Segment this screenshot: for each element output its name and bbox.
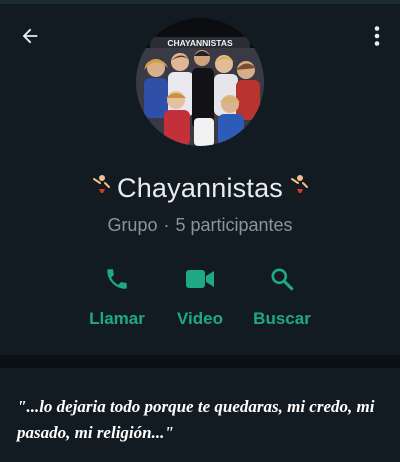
participant-count[interactable]: 5 participantes bbox=[175, 215, 292, 236]
dancer-emoji-icon bbox=[91, 174, 111, 202]
avatar-banner-text: CHAYANNISTAS bbox=[167, 38, 233, 48]
group-subtitle: Grupo · 5 participantes bbox=[0, 213, 400, 237]
video-camera-icon bbox=[186, 270, 214, 288]
subtitle-separator: · bbox=[163, 214, 170, 235]
group-name-text: Chayannistas bbox=[117, 172, 283, 203]
group-photo: CHAYANNISTAS bbox=[136, 18, 264, 146]
status-bar-edge bbox=[0, 0, 400, 4]
more-options-button[interactable] bbox=[362, 20, 392, 52]
search-button[interactable]: Buscar bbox=[232, 258, 332, 334]
arrow-left-icon bbox=[22, 28, 38, 44]
group-title: Chayannistas bbox=[0, 168, 400, 208]
dancer-emoji-icon bbox=[289, 174, 309, 202]
group-type-label: Grupo bbox=[107, 214, 158, 235]
group-info-header: CHAYANNISTAS Chayannistas Grupo · 5 part… bbox=[0, 0, 400, 355]
search-label: Buscar bbox=[253, 309, 311, 328]
group-description: "...lo dejaria todo porque te quedaras, … bbox=[17, 397, 375, 442]
phone-icon bbox=[107, 269, 127, 289]
group-avatar[interactable]: CHAYANNISTAS bbox=[136, 18, 264, 146]
vertical-dots-icon bbox=[374, 26, 380, 46]
group-description-section[interactable]: "...lo dejaria todo porque te quedaras, … bbox=[0, 368, 400, 462]
action-bar: Llamar Video Buscar bbox=[0, 258, 400, 338]
search-icon bbox=[271, 268, 294, 291]
section-divider bbox=[0, 355, 400, 368]
back-button[interactable] bbox=[14, 20, 46, 52]
